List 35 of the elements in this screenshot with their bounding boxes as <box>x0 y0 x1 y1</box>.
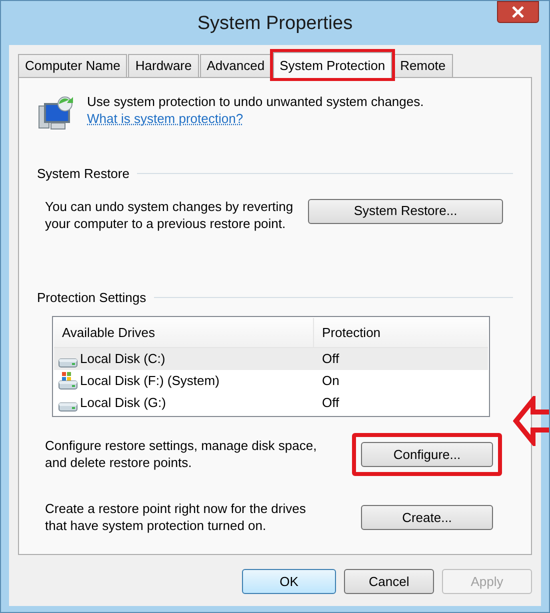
protection-status: On <box>321 372 340 390</box>
create-button[interactable]: Create... <box>361 505 493 530</box>
intro-text: Use system protection to undo unwanted system changes. What is system protection? <box>87 93 425 127</box>
protection-status: Off <box>321 350 340 368</box>
group-heading: Protection Settings <box>37 288 146 307</box>
drive-row[interactable]: Local Disk (G:) Off <box>54 392 488 414</box>
help-link[interactable]: What is system protection? <box>87 111 244 126</box>
close-icon <box>512 6 524 18</box>
restore-description: You can undo system changes by reverting your computer to a previous restore point. <box>45 198 294 232</box>
drive-name: Local Disk (F:) (System) <box>80 372 220 390</box>
configure-button[interactable]: Configure... <box>361 442 493 467</box>
close-button[interactable] <box>497 1 539 23</box>
drive-name: Local Disk (C:) <box>80 350 166 368</box>
drive-icon <box>58 402 78 412</box>
dialog-button[interactable]: Cancel <box>344 569 434 594</box>
group-heading: System Restore <box>37 165 130 183</box>
tab[interactable]: Advanced <box>200 54 272 77</box>
drive-icon <box>58 358 78 368</box>
system-drive-icon <box>58 372 78 390</box>
tab[interactable]: Computer Name <box>18 54 128 77</box>
window-title: System Properties <box>197 12 353 36</box>
action-description: Configure restore settings, manage disk space, and delete restore points. <box>45 437 318 471</box>
drive-row[interactable]: Local Disk (C:) Off <box>54 348 488 370</box>
dialog-button[interactable]: OK <box>242 569 336 594</box>
system-restore-button[interactable]: System Restore... <box>308 198 503 224</box>
column-header[interactable]: Protection <box>314 318 488 347</box>
pointer-arrow-icon <box>513 396 549 446</box>
drive-name: Local Disk (G:) <box>80 394 166 412</box>
drive-row[interactable]: Local Disk (F:) (System) On <box>54 370 488 392</box>
tab[interactable]: System Protection <box>272 52 392 78</box>
column-header[interactable]: Available Drives <box>54 318 314 347</box>
tab[interactable]: Remote <box>393 54 453 77</box>
tab[interactable]: Hardware <box>128 54 199 77</box>
protection-status: Off <box>321 394 340 412</box>
action-description: Create a restore point right now for the drives that have system protection turned on. <box>45 500 307 534</box>
